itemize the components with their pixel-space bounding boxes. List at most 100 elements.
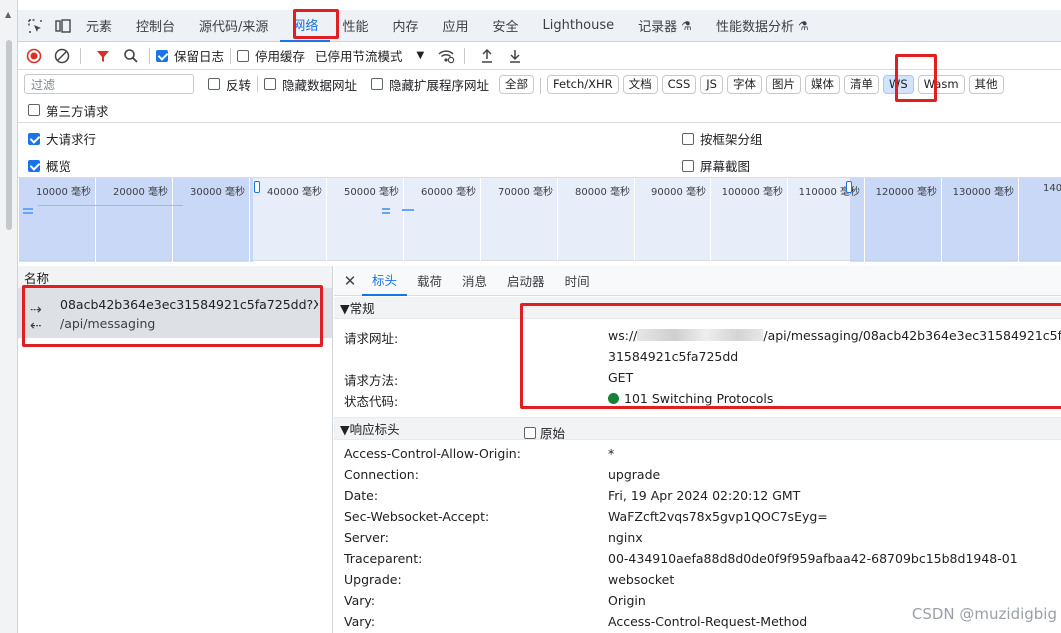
tab-headers[interactable]: 标头	[362, 266, 408, 296]
group-by-frame-checkbox[interactable]	[682, 132, 694, 145]
network-conditions-icon[interactable]	[434, 44, 458, 68]
overview-option[interactable]: 概览	[28, 156, 71, 175]
group-by-frame-option[interactable]: 按框架分组	[682, 129, 763, 148]
filter-icon[interactable]	[91, 44, 115, 68]
response-headers-section-header[interactable]: ▼响应标头 原始	[334, 418, 1061, 442]
disable-cache-checkbox[interactable]	[237, 49, 250, 62]
tab-performance[interactable]: 性能	[330, 10, 380, 42]
header-name: Traceparent:	[344, 551, 423, 566]
request-row-websocket[interactable]: ⇢ ⇠ 08acb42b364e3ec31584921c5fa725dd?X_..…	[18, 288, 332, 338]
disable-cache-label: 停用缓存	[255, 49, 306, 64]
timeline-tick: 130000 毫秒	[941, 178, 1018, 262]
separator	[80, 47, 81, 64]
page-scrollbar[interactable]: ▲	[0, 0, 18, 633]
separator	[149, 47, 150, 64]
request-bar	[38, 205, 183, 206]
device-toolbar-icon[interactable]	[52, 15, 74, 37]
filter-ws[interactable]: WS	[882, 74, 914, 94]
tab-timing[interactable]: 时间	[555, 266, 600, 296]
tab-messages[interactable]: 消息	[452, 266, 497, 296]
timeline-tick-label: 50000 毫秒	[344, 187, 399, 198]
throttling-select[interactable]: 已停用节流模式	[315, 46, 403, 65]
scrollbar-thumb[interactable]	[6, 40, 12, 230]
filter-img[interactable]: 图片	[765, 74, 801, 94]
timeline-tick: 140000	[1018, 178, 1061, 262]
filter-doc[interactable]: 文档	[622, 74, 658, 94]
timeline-tick-label: 20000 毫秒	[113, 187, 168, 198]
tab-recorder-label: 记录器	[638, 20, 678, 35]
big-rows-option[interactable]: 大请求行	[28, 129, 96, 148]
timeline-tick-label: 40000 毫秒	[267, 187, 322, 198]
invert-checkbox[interactable]	[208, 78, 220, 90]
filter-input[interactable]: 过滤	[24, 74, 194, 94]
tab-initiator[interactable]: 启动器	[497, 266, 555, 296]
separator	[257, 76, 259, 92]
hide-ext-urls-label: 隐藏扩展程序网址	[389, 77, 490, 93]
tab-console[interactable]: 控制台	[124, 10, 187, 42]
tab-security[interactable]: 安全	[480, 10, 530, 42]
filter-fetch-xhr[interactable]: Fetch/XHR	[547, 74, 619, 94]
timeline-tick-label: 30000 毫秒	[190, 187, 245, 198]
filter-css[interactable]: CSS	[661, 74, 697, 94]
filter-font[interactable]: 字体	[726, 74, 762, 94]
header-value: websocket	[608, 572, 675, 587]
timeline-tick-label: 60000 毫秒	[421, 187, 476, 198]
screenshots-option[interactable]: 屏幕截图	[682, 156, 750, 175]
url-path: /api/messaging/08acb42b364e3ec31584921c5…	[763, 328, 1061, 343]
general-section-header[interactable]: ▼常规	[334, 297, 1061, 319]
third-party-row: 第三方请求	[28, 100, 109, 120]
preserve-log-checkbox[interactable]	[156, 49, 168, 62]
timeline-tick-label: 90000 毫秒	[651, 187, 706, 198]
header-name: Vary:	[344, 593, 376, 608]
scroll-up-icon[interactable]: ▲	[5, 10, 11, 19]
hide-ext-urls-checkbox[interactable]	[371, 78, 384, 90]
import-har-icon[interactable]	[475, 44, 499, 68]
tab-performance-insights[interactable]: 性能数据分析 ⚗	[704, 10, 821, 42]
clear-icon[interactable]	[50, 44, 74, 68]
filter-all[interactable]: 全部	[499, 74, 535, 94]
tab-network[interactable]: 网络	[280, 10, 331, 42]
tab-sources[interactable]: 源代码/来源	[187, 10, 280, 42]
search-icon[interactable]	[119, 44, 143, 68]
request-details: ✕ 标头 载荷 消息 启动器 时间 ▼常规 请求网址: ws:// /api/me…	[334, 266, 1061, 633]
big-rows-checkbox[interactable]	[28, 132, 40, 145]
throttling-dropdown-icon[interactable]: ▼	[417, 50, 425, 61]
close-icon[interactable]: ✕	[338, 272, 362, 290]
filter-js[interactable]: JS	[700, 74, 723, 94]
raw-checkbox[interactable]	[524, 426, 536, 439]
record-icon[interactable]	[22, 44, 46, 68]
header-value: nginx	[608, 530, 643, 545]
timeline-tick-label: 70000 毫秒	[498, 187, 553, 198]
tab-lighthouse[interactable]: Lighthouse	[531, 10, 627, 42]
hide-data-urls-checkbox[interactable]	[264, 78, 277, 90]
tab-application[interactable]: 应用	[430, 10, 480, 42]
filter-other[interactable]: 其他	[968, 74, 1004, 94]
filter-manifest[interactable]: 清单	[843, 74, 879, 94]
filter-media[interactable]: 媒体	[804, 74, 840, 94]
timeline-tick-label: 100000 毫秒	[721, 187, 783, 198]
tab-elements[interactable]: 元素	[74, 10, 124, 42]
overview-checkbox[interactable]	[28, 159, 40, 172]
network-overview-timeline[interactable]: 10000 毫秒 20000 毫秒 30000 毫秒 40000 毫秒 5000…	[18, 177, 1061, 262]
overview-right-handle[interactable]	[846, 181, 852, 193]
filter-wasm[interactable]: Wasm	[917, 74, 965, 94]
response-header-row: Sec-Websocket-Accept: WaFZcft2vqs78x5gvp1…	[334, 506, 1061, 527]
request-url-continued-row: 31584921c5fa725dd	[334, 346, 1061, 367]
tab-payload[interactable]: 载荷	[407, 266, 452, 296]
hide-data-urls-label: 隐藏数据网址	[282, 77, 358, 93]
request-list: 名称 ⇢ ⇠ 08acb42b364e3ec31584921c5fa725dd?X…	[18, 266, 333, 633]
tab-recorder[interactable]: 记录器 ⚗	[626, 10, 704, 42]
name-column-header[interactable]: 名称	[18, 266, 332, 288]
third-party-checkbox[interactable]	[28, 104, 40, 116]
screenshots-checkbox[interactable]	[682, 159, 694, 172]
tab-performance-insights-label: 性能数据分析	[715, 20, 794, 35]
devtools-window: ▲ 元素 控制台 源代码/来源 网络 性能 内存 应用 安全 Lighthous…	[0, 0, 1061, 633]
separator	[540, 77, 542, 94]
timeline-tick-label: 10000 毫秒	[36, 187, 91, 198]
export-har-icon[interactable]	[503, 44, 527, 68]
raw-toggle[interactable]: 原始	[524, 423, 565, 442]
overview-left-handle[interactable]	[254, 181, 260, 193]
tab-memory[interactable]: 内存	[380, 10, 430, 42]
inspect-element-icon[interactable]	[24, 15, 46, 37]
filter-bar: 过滤 反转 隐藏数据网址 隐藏扩展程序网址 全部 Fetch/XHR 文档 CS…	[18, 70, 1061, 98]
